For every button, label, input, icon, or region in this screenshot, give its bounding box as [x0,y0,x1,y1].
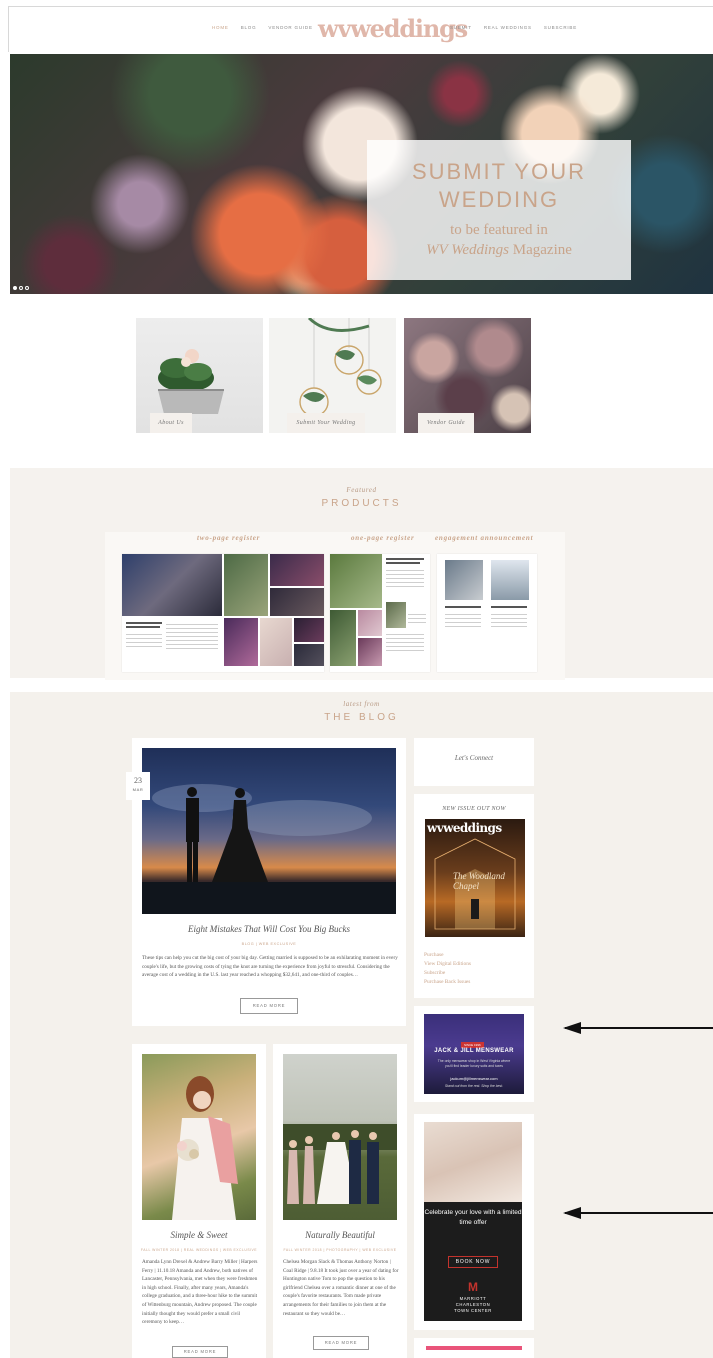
ad-marriott-widget: Celebrate your love with a limited time … [414,1114,534,1330]
post-card-naturally-beautiful: Naturally Beautiful FALL WINTER 2018 | P… [273,1044,407,1358]
featured-post-excerpt: These tips can help you cut the big cost… [142,955,398,979]
marriott-logo-icon: M [468,1280,478,1294]
engagement-announcement-sample[interactable] [437,554,537,672]
label-one-page-register[interactable]: one-page register [351,534,415,542]
blog-kicker: latest from [343,700,380,708]
hero-title: SUBMIT YOUR WEDDING [412,159,586,212]
new-issue-title: NEW ISSUE OUT NOW [442,806,506,812]
featured-post-card: 23 MAR Eight Mistakes That Will Cost You… [126,738,406,1026]
ad-book-now-button[interactable]: BOOK NOW [448,1256,498,1268]
nav-home[interactable]: HOME [212,25,229,30]
hero-magazine-name: WV Weddings [426,242,510,258]
blog-section: latest from THE BLOG 23 MAR Eight Mistak… [10,692,713,1358]
tile-submit-your-wedding[interactable]: Submit Your Wedding [269,318,396,433]
ad-jj-brand: JACK & JILL MENSWEAR [434,1048,514,1054]
nav-blog[interactable]: BLOG [241,25,257,30]
link-purchase[interactable]: Purchase [424,952,443,958]
post-excerpt-simple-sweet: Amanda Lynn Drexel & Andrew Barry Miller… [142,1259,258,1326]
ad-marriott-copy: Celebrate your love with a limited time … [424,1209,522,1226]
nav-subscribe[interactable]: SUBSCRIBE [544,25,577,30]
post-categories-naturally-beautiful[interactable]: FALL WINTER 2018 | PHOTOGRAPHY | WEB EXC… [277,1248,403,1252]
lets-connect-title: Let's Connect [454,754,494,762]
one-page-register-sample[interactable] [330,554,430,672]
post-title-naturally-beautiful[interactable]: Naturally Beautiful [279,1230,401,1240]
featured-post-title[interactable]: Eight Mistakes That Will Cost You Big Bu… [142,924,396,934]
couple-silhouette-image [142,784,396,914]
primary-nav-left: HOME BLOG VENDOR GUIDE [212,25,313,30]
read-more-naturally-beautiful[interactable]: READ MORE [313,1336,369,1350]
ad-marriott-name: MARRIOTT CHARLESTON TOWN CENTER [454,1296,492,1313]
tile-about-us[interactable]: About Us [136,318,263,433]
hero-subtitle-magazine: WV Weddings Magazine [367,240,631,260]
annotation-arrow-1 [563,1022,713,1034]
hero-magazine-suffix: Magazine [509,242,572,258]
ad-jj-line1: The only menswear shop in West Virginia … [437,1059,511,1063]
wedding-party-image [283,1124,397,1204]
featured-products-section: Featured PRODUCTS two-page register one-… [10,468,713,680]
post-card-simple-sweet: Simple & Sweet FALL WINTER 2018 | REAL W… [132,1044,266,1358]
link-subscribe[interactable]: Subscribe [424,970,445,976]
magazine-cover[interactable]: wvweddings The Woodland Chapel [425,819,525,937]
post-image-simple-sweet[interactable] [142,1054,256,1220]
ad-jj-line2: you'll find leader luxury suits and tuxe… [445,1064,503,1068]
tile-vendor-guide[interactable]: Vendor Guide [404,318,531,433]
next-widget-bar [426,1346,522,1350]
new-issue-widget: NEW ISSUE OUT NOW wvweddings The Woodlan… [414,794,534,998]
read-more-simple-sweet[interactable]: READ MORE [172,1346,228,1358]
primary-nav-right: SUBMIT REAL WEDDINGS SUBSCRIBE [450,25,577,30]
ad-jack-jill-widget: SINCE 1996 JACK & JILL MENSWEAR The only… [414,1006,534,1102]
ad-marriott-charleston[interactable]: Celebrate your love with a limited time … [424,1122,522,1321]
post-date-month: MAR [132,787,144,792]
tile-label-about-us: About Us [150,413,192,433]
annotation-arrow-2 [563,1207,713,1219]
ad-marriott-photo [424,1122,522,1202]
nav-vendor-guide[interactable]: VENDOR GUIDE [268,25,312,30]
post-categories-simple-sweet[interactable]: FALL WINTER 2018 | REAL WEDDINGS | WEB E… [136,1248,262,1252]
hero-subtitle: to be featured in [450,222,548,238]
link-purchase-back-issues[interactable]: Purchase Back Issues [424,979,470,985]
label-two-page-register[interactable]: two-page register [197,534,260,542]
slider-dot-1[interactable] [13,286,17,290]
hero-slider[interactable]: SUBMIT YOUR WEDDING to be featured in WV… [10,54,713,294]
cover-script-title: The Woodland Chapel [453,871,505,891]
site-header: HOME BLOG VENDOR GUIDE wvweddings SUBMIT… [8,6,713,52]
slider-dots [13,286,29,290]
featured-read-more-button[interactable]: READ MORE [240,998,298,1014]
post-date-badge: 23 MAR [126,772,150,800]
two-page-register-sample[interactable] [122,554,324,672]
slider-dot-3[interactable] [25,286,29,290]
post-image-naturally-beautiful[interactable] [283,1054,397,1220]
post-title-simple-sweet[interactable]: Simple & Sweet [138,1230,260,1240]
site-logo[interactable]: wvweddings [318,15,468,43]
products-title: PRODUCTS [321,498,402,509]
slider-dot-2[interactable] [19,286,23,290]
next-widget-partial [414,1338,534,1358]
link-view-digital-editions[interactable]: View Digital Editions [424,961,471,967]
featured-post-categories[interactable]: BLOG | WEB EXCLUSIVE [142,942,396,946]
ad-jack-jill-menswear[interactable]: SINCE 1996 JACK & JILL MENSWEAR The only… [424,1014,524,1094]
nav-real-weddings[interactable]: REAL WEDDINGS [484,25,532,30]
post-date-day: 23 [134,776,142,785]
products-kicker: Featured [346,486,377,494]
featured-post-image[interactable] [142,748,396,914]
products-panel: two-page register one-page register enga… [105,532,565,680]
ad-jj-tagline: Stand out from the rest. Shop the best. [444,1084,504,1088]
nav-submit[interactable]: SUBMIT [450,25,472,30]
post-excerpt-naturally-beautiful: Chelsea Morgan Slack & Thomas Anthony No… [283,1259,399,1317]
ad-jj-email: jackum@jillmenswear.com [450,1076,498,1081]
label-engagement-announcement[interactable]: engagement announcement [435,534,533,542]
blog-title: THE BLOG [324,712,399,723]
hero-caption[interactable]: SUBMIT YOUR WEDDING to be featured in WV… [367,140,631,280]
lets-connect-widget: Let's Connect [414,738,534,786]
bride-bouquet-image [172,1076,238,1220]
tile-label-vendor-guide: Vendor Guide [418,413,474,433]
tile-label-submit-your-wedding: Submit Your Wedding [287,413,365,433]
